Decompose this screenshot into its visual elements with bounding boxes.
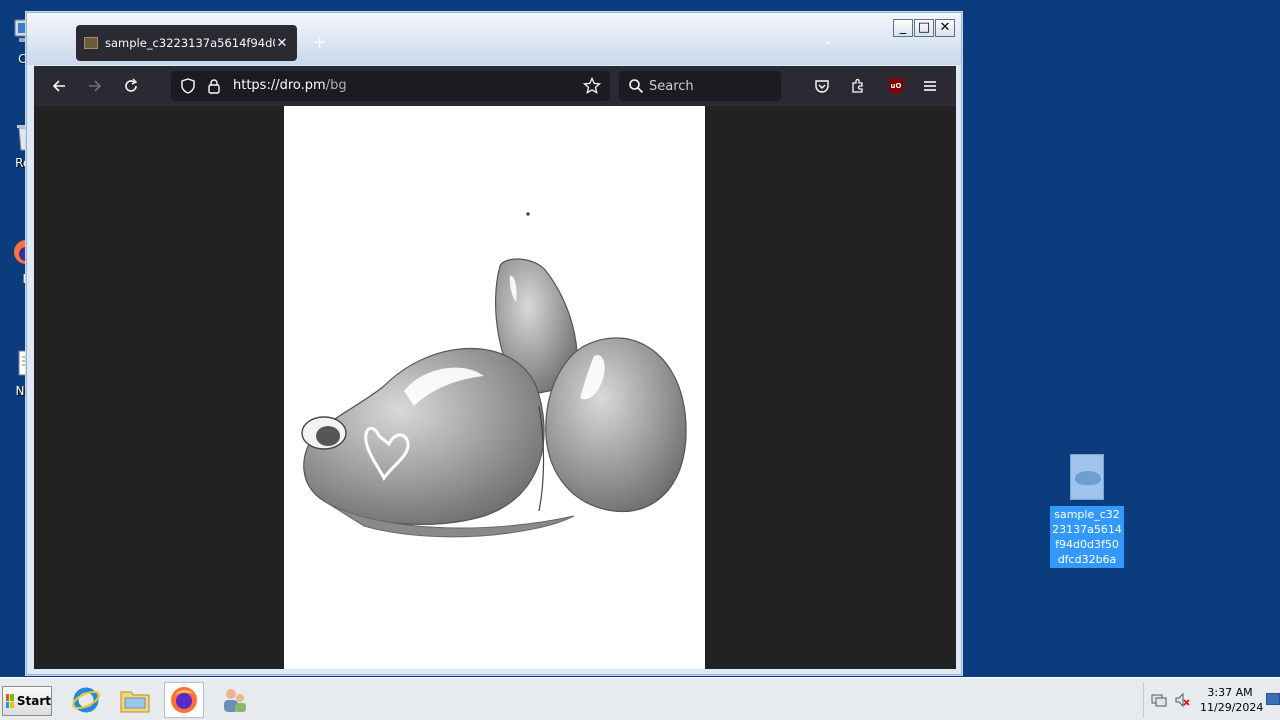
taskbar-users[interactable] <box>214 682 254 718</box>
volume-muted-icon[interactable] <box>1174 692 1190 708</box>
ublock-origin-icon[interactable]: uO <box>889 78 903 94</box>
taskbar-internet-explorer[interactable] <box>66 682 106 718</box>
clock[interactable]: 3:37 AM 11/29/2024 <box>1200 685 1264 715</box>
reload-button[interactable] <box>117 74 145 98</box>
taskbar: Start 3:37 AM 11/29/2024 <box>0 677 1280 720</box>
lock-icon[interactable] <box>207 78 221 94</box>
new-tab-button[interactable]: + <box>312 33 327 53</box>
app-menu-button[interactable] <box>916 74 944 98</box>
url-path: /bg <box>325 78 347 93</box>
image-favicon-icon <box>84 37 98 49</box>
tab-close-icon[interactable]: ✕ <box>275 36 289 51</box>
bookmark-star-icon[interactable] <box>583 77 601 95</box>
displayed-image[interactable] <box>284 106 705 669</box>
desktop-file-image[interactable]: sample_c3223137a5614f94d0d3f50dfcd32b6a <box>1050 454 1124 568</box>
tab-active[interactable]: sample_c3223137a5614f94d0d3f50dfcd32b6a … <box>76 25 297 61</box>
puzzle-piece-icon <box>852 78 863 93</box>
back-button[interactable] <box>45 74 73 98</box>
list-all-tabs-chevron-icon[interactable]: ⌄ <box>823 33 833 47</box>
pocket-button[interactable] <box>808 74 836 98</box>
users-icon <box>224 689 246 712</box>
tracking-protection-shield-icon[interactable] <box>180 78 196 94</box>
hamburger-menu-icon <box>924 81 936 91</box>
tab-title: sample_c3223137a5614f94d0d3f50dfcd32b6a <box>105 36 275 50</box>
clock-time: 3:37 AM <box>1207 686 1253 699</box>
internet-explorer-icon <box>72 687 100 713</box>
search-icon <box>629 79 644 94</box>
search-bar[interactable] <box>619 71 781 101</box>
nav-toolbar: https://dro.pm/bg uO <box>34 66 956 106</box>
clock-date: 11/29/2024 <box>1200 701 1264 714</box>
minimize-button[interactable]: _ <box>893 19 913 37</box>
sketch-illustration <box>301 212 687 538</box>
search-input[interactable] <box>649 76 769 96</box>
browser-window: sample_c3223137a5614f94d0d3f50dfcd32b6a … <box>26 12 962 675</box>
firefox-icon <box>171 687 197 713</box>
title-bar: sample_c3223137a5614f94d0d3f50dfcd32b6a … <box>27 13 961 65</box>
extensions-button[interactable] <box>844 74 872 98</box>
show-desktop-button[interactable] <box>1266 693 1280 705</box>
folder-icon <box>120 691 150 713</box>
url-text: https://dro.pm/bg <box>233 78 347 93</box>
taskbar-file-explorer[interactable] <box>115 682 155 718</box>
back-arrow-icon <box>52 80 65 92</box>
taskbar-firefox[interactable] <box>164 682 204 718</box>
close-window-button[interactable]: ✕ <box>935 19 955 37</box>
start-label: Start <box>16 694 51 708</box>
url-host: https://dro.pm <box>233 78 326 93</box>
system-tray: 3:37 AM 11/29/2024 <box>1143 682 1280 718</box>
windows-logo-icon <box>6 694 14 708</box>
reload-icon <box>125 78 138 92</box>
desktop-file-label: sample_c3223137a5614f94d0d3f50dfcd32b6a <box>1050 506 1124 568</box>
forward-button[interactable] <box>81 74 109 98</box>
forward-arrow-icon <box>89 80 102 92</box>
image-thumbnail <box>1070 454 1104 500</box>
url-bar[interactable]: https://dro.pm/bg <box>171 71 610 101</box>
maximize-button[interactable]: □ <box>914 19 934 37</box>
pocket-icon <box>815 80 829 93</box>
start-button[interactable]: Start <box>2 686 52 716</box>
page-content <box>34 106 956 669</box>
network-icon[interactable] <box>1151 692 1167 708</box>
